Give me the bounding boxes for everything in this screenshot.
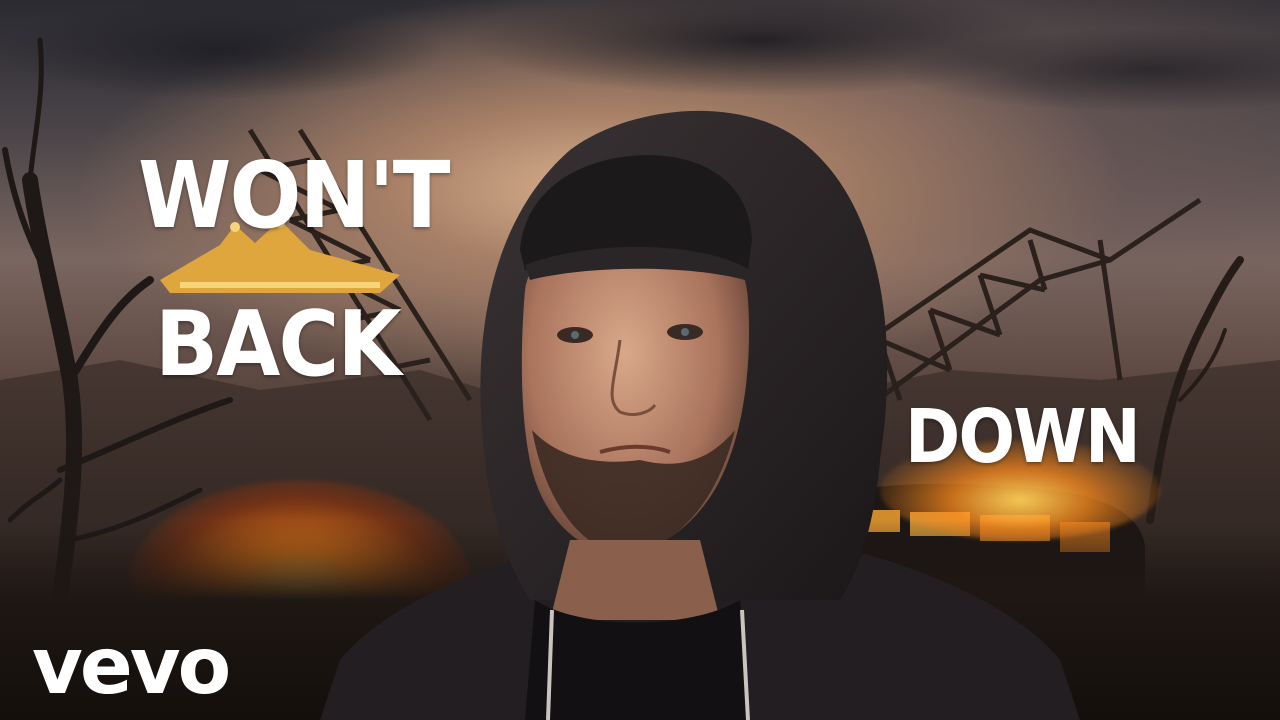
lyric-line-back: BACK [155, 292, 402, 397]
lyric-line-down: DOWN [905, 394, 1141, 480]
lyric-line-wont: WON'T [138, 142, 450, 249]
vevo-logo: vevo [32, 622, 231, 712]
video-thumbnail[interactable]: WON'T BACK DOWN vevo [0, 0, 1280, 720]
